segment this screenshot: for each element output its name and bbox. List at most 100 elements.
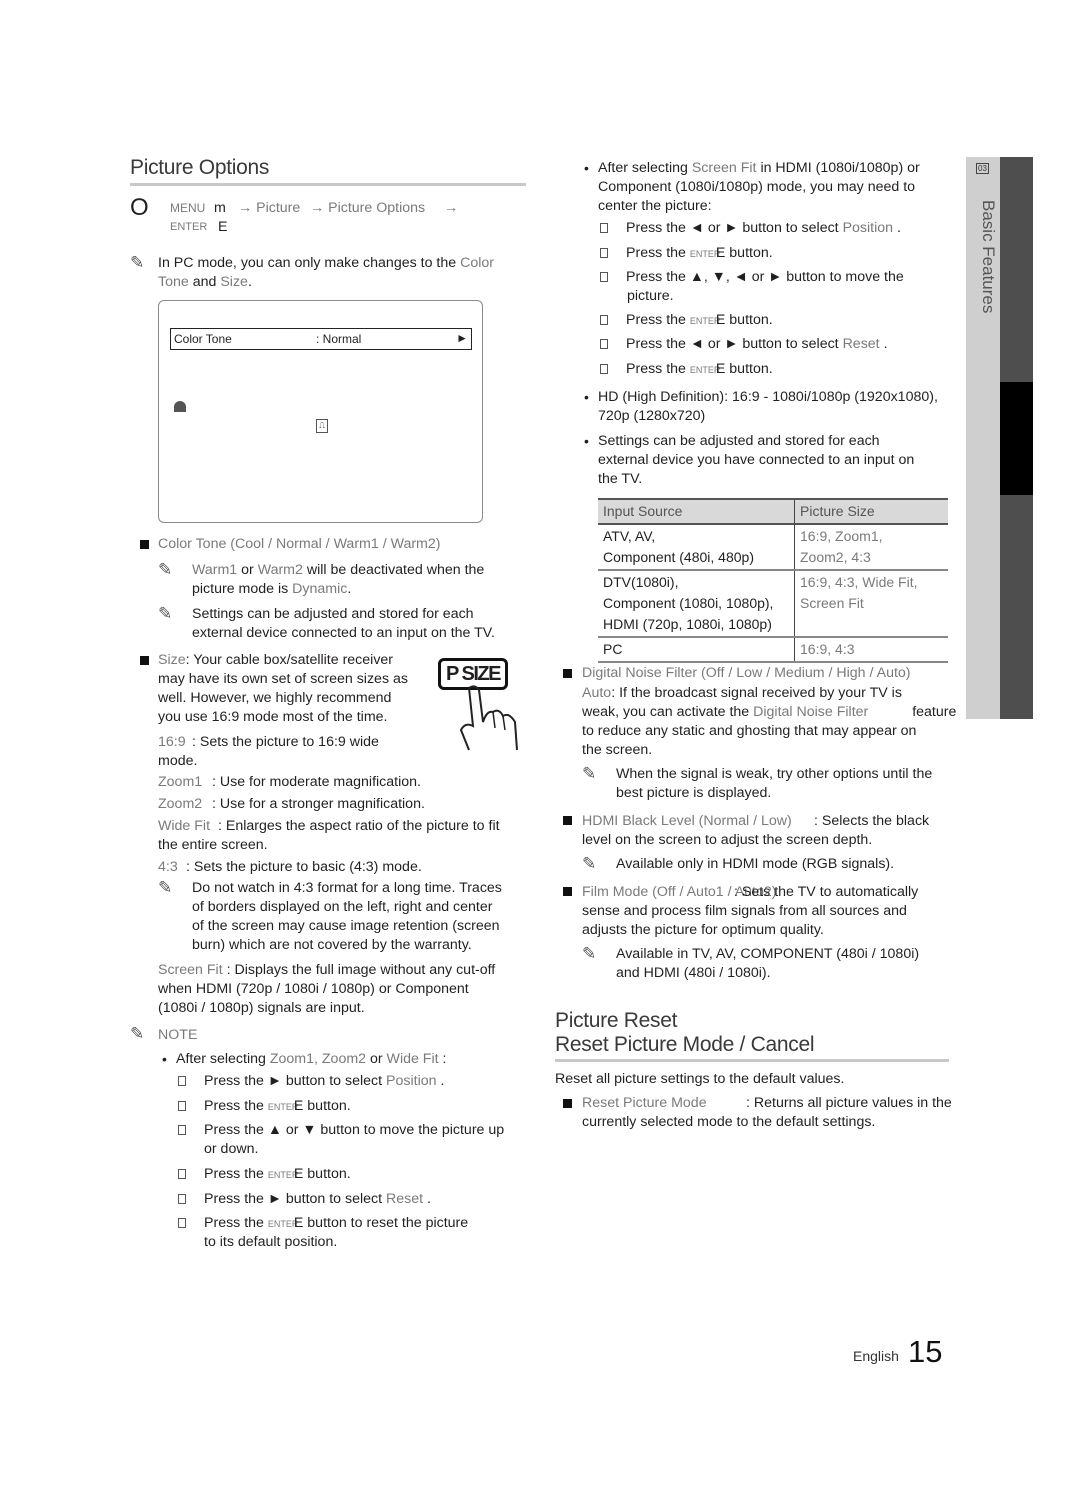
input-source-table: Input Source Picture Size ATV, AV, Compon… — [598, 498, 948, 663]
dnf-note-line1: When the signal is weak, try other optio… — [616, 766, 933, 782]
text: E — [293, 1215, 304, 1231]
text: 16:9, Zoom1, — [800, 528, 883, 544]
chapter-tab-active-marker — [1000, 382, 1033, 495]
size-option-169: 16:9: Sets the picture to 16:9 wide — [158, 733, 379, 752]
pc-note-line1: In PC mode, you can only make changes to… — [158, 254, 494, 273]
table-row: ATV, AV, Component (480i, 480p) 16:9, Zoo… — [598, 524, 948, 571]
note-pencil-icon: ✎ — [582, 854, 597, 873]
text: weak, you can activate the — [582, 704, 754, 720]
menu-path-menu-glyph: m — [214, 200, 226, 216]
text: . — [440, 1073, 445, 1089]
osd-enter-icon: ⎍ — [316, 419, 328, 433]
position-step-1: Press the ► button to select Position . — [176, 1072, 444, 1091]
position-step-6: Press the ENTERE button to reset the pic… — [176, 1214, 468, 1234]
warning-line1: Do not watch in 4:3 format for a long ti… — [192, 880, 502, 896]
dnf-line3: to reduce any static and ghosting that m… — [582, 723, 917, 739]
screenfit-step-5: Press the ◄ or ► button to select Reset … — [598, 335, 888, 354]
table-header-row: Input Source Picture Size — [598, 498, 948, 525]
settings-note-line3: the TV. — [598, 471, 643, 487]
film-mode-note-line1: Available in TV, AV, COMPONENT (480i / 1… — [616, 946, 920, 962]
dnf-line2: weak, you can activate the Digital Noise… — [582, 703, 956, 722]
section-subtitle-reset-options: Reset Picture Mode / Cancel — [555, 1033, 815, 1056]
film-mode-line3: adjusts the picture for optimum quality. — [582, 922, 824, 938]
title-rule — [555, 1059, 949, 1062]
note-pencil-icon: ✎ — [158, 878, 173, 897]
text: Press the ◄ or ► button to select — [626, 220, 843, 236]
position-step-6-cont: to its default position. — [204, 1234, 338, 1250]
table-cell-size: 16:9, Zoom1, Zoom2, 4:3 — [794, 524, 948, 571]
note-label: NOTE — [158, 1027, 198, 1043]
size-option-43: 4:3: Sets the picture to basic (4:3) mod… — [158, 858, 422, 877]
text: Screen Fit — [800, 595, 864, 611]
bullet-square — [140, 656, 149, 665]
reset-item-name: Reset Picture Mode — [582, 1095, 707, 1111]
warning-line4: burn) which are not covered by the warra… — [192, 937, 472, 953]
color-tone-note2-line1: Settings can be adjusted and stored for … — [192, 606, 474, 622]
step-number-icon — [178, 1076, 186, 1086]
text: Warm2 — [257, 562, 303, 578]
text: In — [158, 255, 174, 271]
size-option-169-cont: mode. — [158, 753, 198, 769]
text: button. — [725, 312, 773, 328]
menu-path-picture: → Picture — [238, 200, 301, 216]
menu-path-icon: O — [130, 194, 149, 221]
bullet-square — [140, 540, 149, 549]
position-step-5: Press the ► button to select Reset . — [176, 1190, 431, 1209]
text: Zoom1, Zoom2 — [269, 1051, 367, 1067]
text: ENTER — [689, 365, 721, 375]
hd-note-line1: HD (High Definition): 16:9 - 1080i/1080p… — [598, 389, 938, 405]
bullet-square — [563, 669, 572, 678]
size-line2: may have its own set of screen sizes as — [158, 671, 408, 687]
text: Zoom2, 4:3 — [800, 549, 871, 565]
text: ATV, AV, — [603, 528, 656, 544]
text: or — [237, 562, 258, 578]
text: Zoom2 — [158, 796, 203, 812]
text: HDMI (720p, 1080i, 1080p) — [603, 616, 772, 632]
step-number-icon — [178, 1194, 186, 1204]
text: PC — [603, 641, 623, 657]
note-pencil-icon: ✎ — [582, 944, 597, 963]
position-step-3: Press the ▲ or ▼ button to move the pict… — [176, 1121, 504, 1140]
dnf-note-line2: best picture is displayed. — [616, 785, 772, 801]
menu-path-enter-glyph: E — [218, 219, 228, 235]
text: : Use for moderate magnification. — [212, 774, 421, 790]
text: PC — [173, 255, 194, 271]
text: Size — [220, 274, 248, 290]
text: Tone — [158, 274, 189, 290]
step-number-icon — [600, 315, 608, 325]
size-option-zoom1: Zoom1: Use for moderate magnification. — [158, 773, 421, 792]
size-option-screen-fit: Screen Fit : Displays the full image wit… — [158, 961, 495, 980]
step-number-icon — [600, 364, 608, 374]
table-header: Input Source — [598, 498, 795, 525]
screenfit-step-4: Press the ENTERE button. — [598, 311, 773, 331]
size-option-screen-fit-cont1: when HDMI (720p / 1080i / 1080p) or Comp… — [158, 981, 469, 997]
size-option-wide-fit-cont: the entire screen. — [158, 837, 268, 853]
text: E — [715, 245, 726, 261]
text: Component (1080i, 1080p), — [603, 595, 774, 611]
text: E — [293, 1166, 304, 1182]
text: . — [883, 336, 888, 352]
bullet-square — [563, 816, 572, 825]
position-step-4: Press the ENTERE button. — [176, 1165, 351, 1185]
text: Press the ► button to select — [204, 1073, 387, 1089]
text: . — [347, 581, 352, 597]
text: Press the — [626, 245, 690, 261]
bullet-dot: • — [584, 433, 589, 449]
reset-item-line2: currently selected mode to the default s… — [582, 1114, 876, 1130]
film-mode-line2: sense and process film signals from all … — [582, 903, 907, 919]
text: ENTER — [689, 316, 721, 326]
text: . — [897, 220, 901, 236]
size-line3: well. However, we highly recommend — [158, 690, 392, 706]
menu-path-enter: ENTER — [170, 221, 208, 233]
screenfit-step-1: Press the ◄ or ► button to select Positi… — [598, 219, 901, 238]
section-title-picture-options: Picture Options — [130, 156, 270, 179]
settings-note-line2: external device you have connected to an… — [598, 452, 915, 468]
text: Press the — [626, 361, 690, 377]
size-option-wide-fit: Wide Fit: Enlarges the aspect ratio of t… — [158, 817, 500, 836]
text: Wide Fit — [386, 1051, 439, 1067]
pressing-hand-icon — [459, 685, 518, 751]
bullet-square — [563, 1099, 572, 1108]
menu-path-menu: MENU — [170, 201, 206, 215]
table-cell-size: 16:9, 4:3 — [794, 637, 948, 663]
note-pencil-icon: ✎ — [158, 560, 173, 579]
